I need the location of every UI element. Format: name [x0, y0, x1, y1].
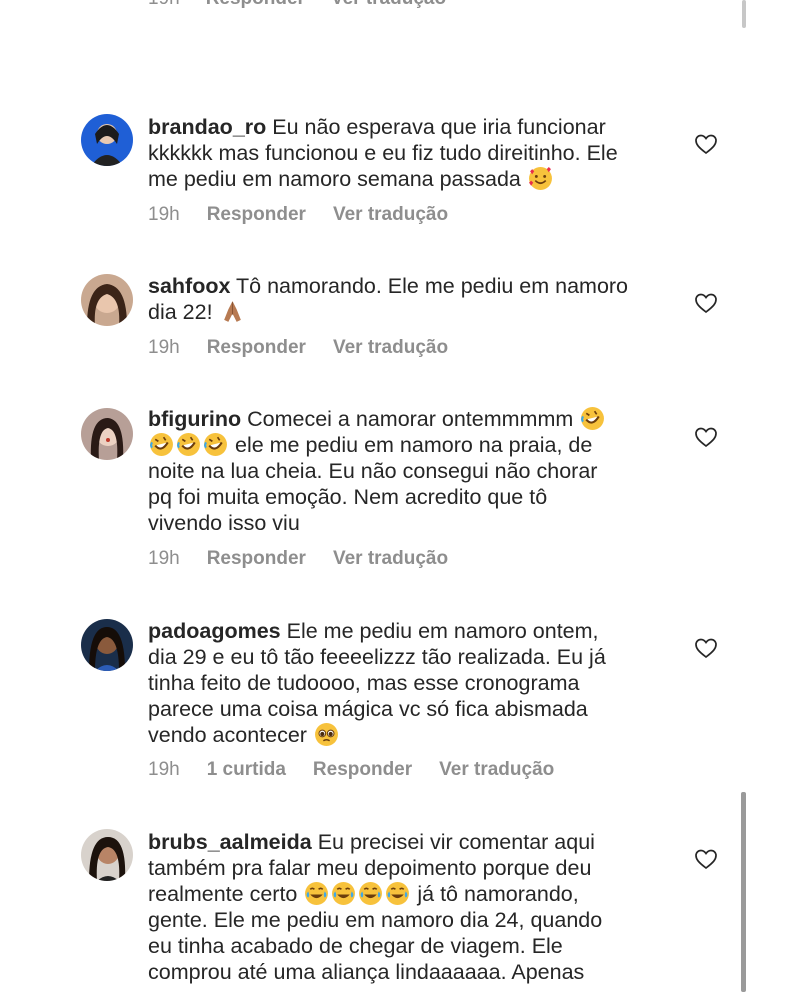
- comment-text: padoagomes Ele me pediu em namoro ontem,…: [148, 618, 668, 748]
- comment-username[interactable]: padoagomes: [148, 619, 281, 643]
- comment-line: pq foi muita emoção. Nem acredito que tô: [148, 485, 548, 509]
- likes-count[interactable]: 1 curtida: [207, 759, 286, 781]
- comment-username[interactable]: brandao_ro: [148, 115, 266, 139]
- comment-text: bfigurino Comecei a namorar ontemmmmm el…: [148, 406, 668, 536]
- comment-line: gente. Ele me pediu em namoro dia 24, qu…: [148, 908, 603, 932]
- reply-button[interactable]: Responder: [313, 759, 412, 781]
- translate-button[interactable]: Ver tradução: [439, 759, 554, 781]
- comment-line: vivendo isso viu: [148, 511, 300, 535]
- translate-button[interactable]: Ver tradução: [333, 337, 448, 359]
- heart-outline-icon[interactable]: [694, 292, 718, 314]
- comment-line: tinha feito de tudoooo, mas esse cronogr…: [148, 671, 580, 695]
- comment-line: vendo acontecer: [148, 723, 307, 747]
- comment-text: sahfoox Tô namorando. Ele me pediu em na…: [148, 273, 668, 325]
- smiling-face-with-hearts-emoji: [528, 167, 552, 190]
- translate-button[interactable]: Ver tradução: [333, 204, 448, 226]
- comment-text: brandao_ro Eu não esperava que iria func…: [148, 114, 668, 192]
- user-avatar[interactable]: [81, 114, 133, 166]
- heart-outline-icon[interactable]: [694, 426, 718, 448]
- translate-button[interactable]: Ver tradução: [333, 548, 448, 570]
- tears-of-joy-emoji: [332, 882, 356, 905]
- heart-outline-icon[interactable]: [694, 848, 718, 870]
- tears-of-joy-emoji: [305, 882, 329, 905]
- comment-line: Eu não esperava que iria funcionar: [272, 115, 606, 139]
- comment-line: ele me pediu em namoro na praia, de: [234, 433, 593, 457]
- comment-username[interactable]: sahfoox: [148, 274, 230, 298]
- comment-line: Ele me pediu em namoro ontem,: [286, 619, 599, 643]
- rolling-laughing-emoji: [204, 433, 227, 456]
- heart-outline-icon[interactable]: [694, 637, 718, 659]
- comment-line: Tô namorando. Ele me pediu em namoro: [236, 274, 629, 298]
- comment-username[interactable]: bfigurino: [148, 407, 241, 431]
- previous-comment-meta: 19h Responder Ver tradução: [148, 0, 446, 10]
- user-avatar[interactable]: [81, 408, 133, 460]
- comment-line: já tô namorando,: [417, 882, 579, 906]
- folded-hands-emoji: [223, 301, 241, 322]
- rolling-laughing-emoji: [581, 407, 605, 430]
- reply-button[interactable]: Responder: [207, 548, 306, 570]
- comment-time: 19h: [148, 204, 180, 225]
- comment-line: dia 22!: [148, 300, 213, 324]
- comment-line: parece uma coisa mágica vc só fica abism…: [148, 697, 588, 721]
- comment-line: me pediu em namoro semana passada: [148, 167, 521, 191]
- comment-time: 19h: [148, 0, 180, 10]
- user-avatar[interactable]: [81, 829, 133, 881]
- comment-line: dia 29 e eu tô tão feeeelizzz tão realiz…: [148, 645, 606, 669]
- comment-line: também pra falar meu depoimento porque d…: [148, 856, 592, 880]
- comment-line: Comecei a namorar ontemmmmm: [247, 407, 574, 431]
- comment-time: 19h: [148, 548, 180, 569]
- reply-button[interactable]: Responder: [207, 204, 306, 226]
- comment-text: brubs_aalmeida Eu precisei vir comentar …: [148, 829, 668, 985]
- comment-meta: 19h Responder Ver tradução: [148, 548, 448, 570]
- comment-line: realmente certo: [148, 882, 298, 906]
- user-avatar[interactable]: [81, 619, 133, 671]
- reply-button[interactable]: Responder: [207, 337, 306, 359]
- comment-line: eu tinha acabado de chegar de viagem. El…: [148, 934, 563, 958]
- comment-username[interactable]: brubs_aalmeida: [148, 830, 312, 854]
- tears-of-joy-emoji: [386, 882, 410, 905]
- reply-button[interactable]: Responder: [206, 0, 305, 10]
- comment-meta: 19h Responder Ver tradução: [148, 337, 448, 359]
- comment-line: Eu precisei vir comentar aqui: [317, 830, 595, 854]
- comment-time: 19h: [148, 337, 180, 358]
- comment-line: noite na lua cheia. Eu não consegui não …: [148, 459, 598, 483]
- comment-meta: 19h Responder Ver tradução: [148, 204, 448, 226]
- scrollbar-track-top[interactable]: [742, 0, 746, 28]
- user-avatar[interactable]: [81, 274, 133, 326]
- scrollbar-thumb[interactable]: [741, 792, 746, 992]
- tears-of-joy-emoji: [359, 882, 383, 905]
- comment-meta: 19h 1 curtida Responder Ver tradução: [148, 759, 554, 781]
- comment-line: comprou até uma aliança lindaaaaaa. Apen…: [148, 960, 585, 984]
- heart-outline-icon[interactable]: [694, 133, 718, 155]
- rolling-laughing-emoji: [177, 433, 200, 456]
- translate-button[interactable]: Ver tradução: [331, 0, 446, 10]
- comment-line: kkkkkk mas funcionou e eu fiz tudo direi…: [148, 141, 618, 165]
- comment-time: 19h: [148, 759, 180, 780]
- rolling-laughing-emoji: [150, 433, 173, 456]
- pleading-face-emoji: [315, 723, 338, 746]
